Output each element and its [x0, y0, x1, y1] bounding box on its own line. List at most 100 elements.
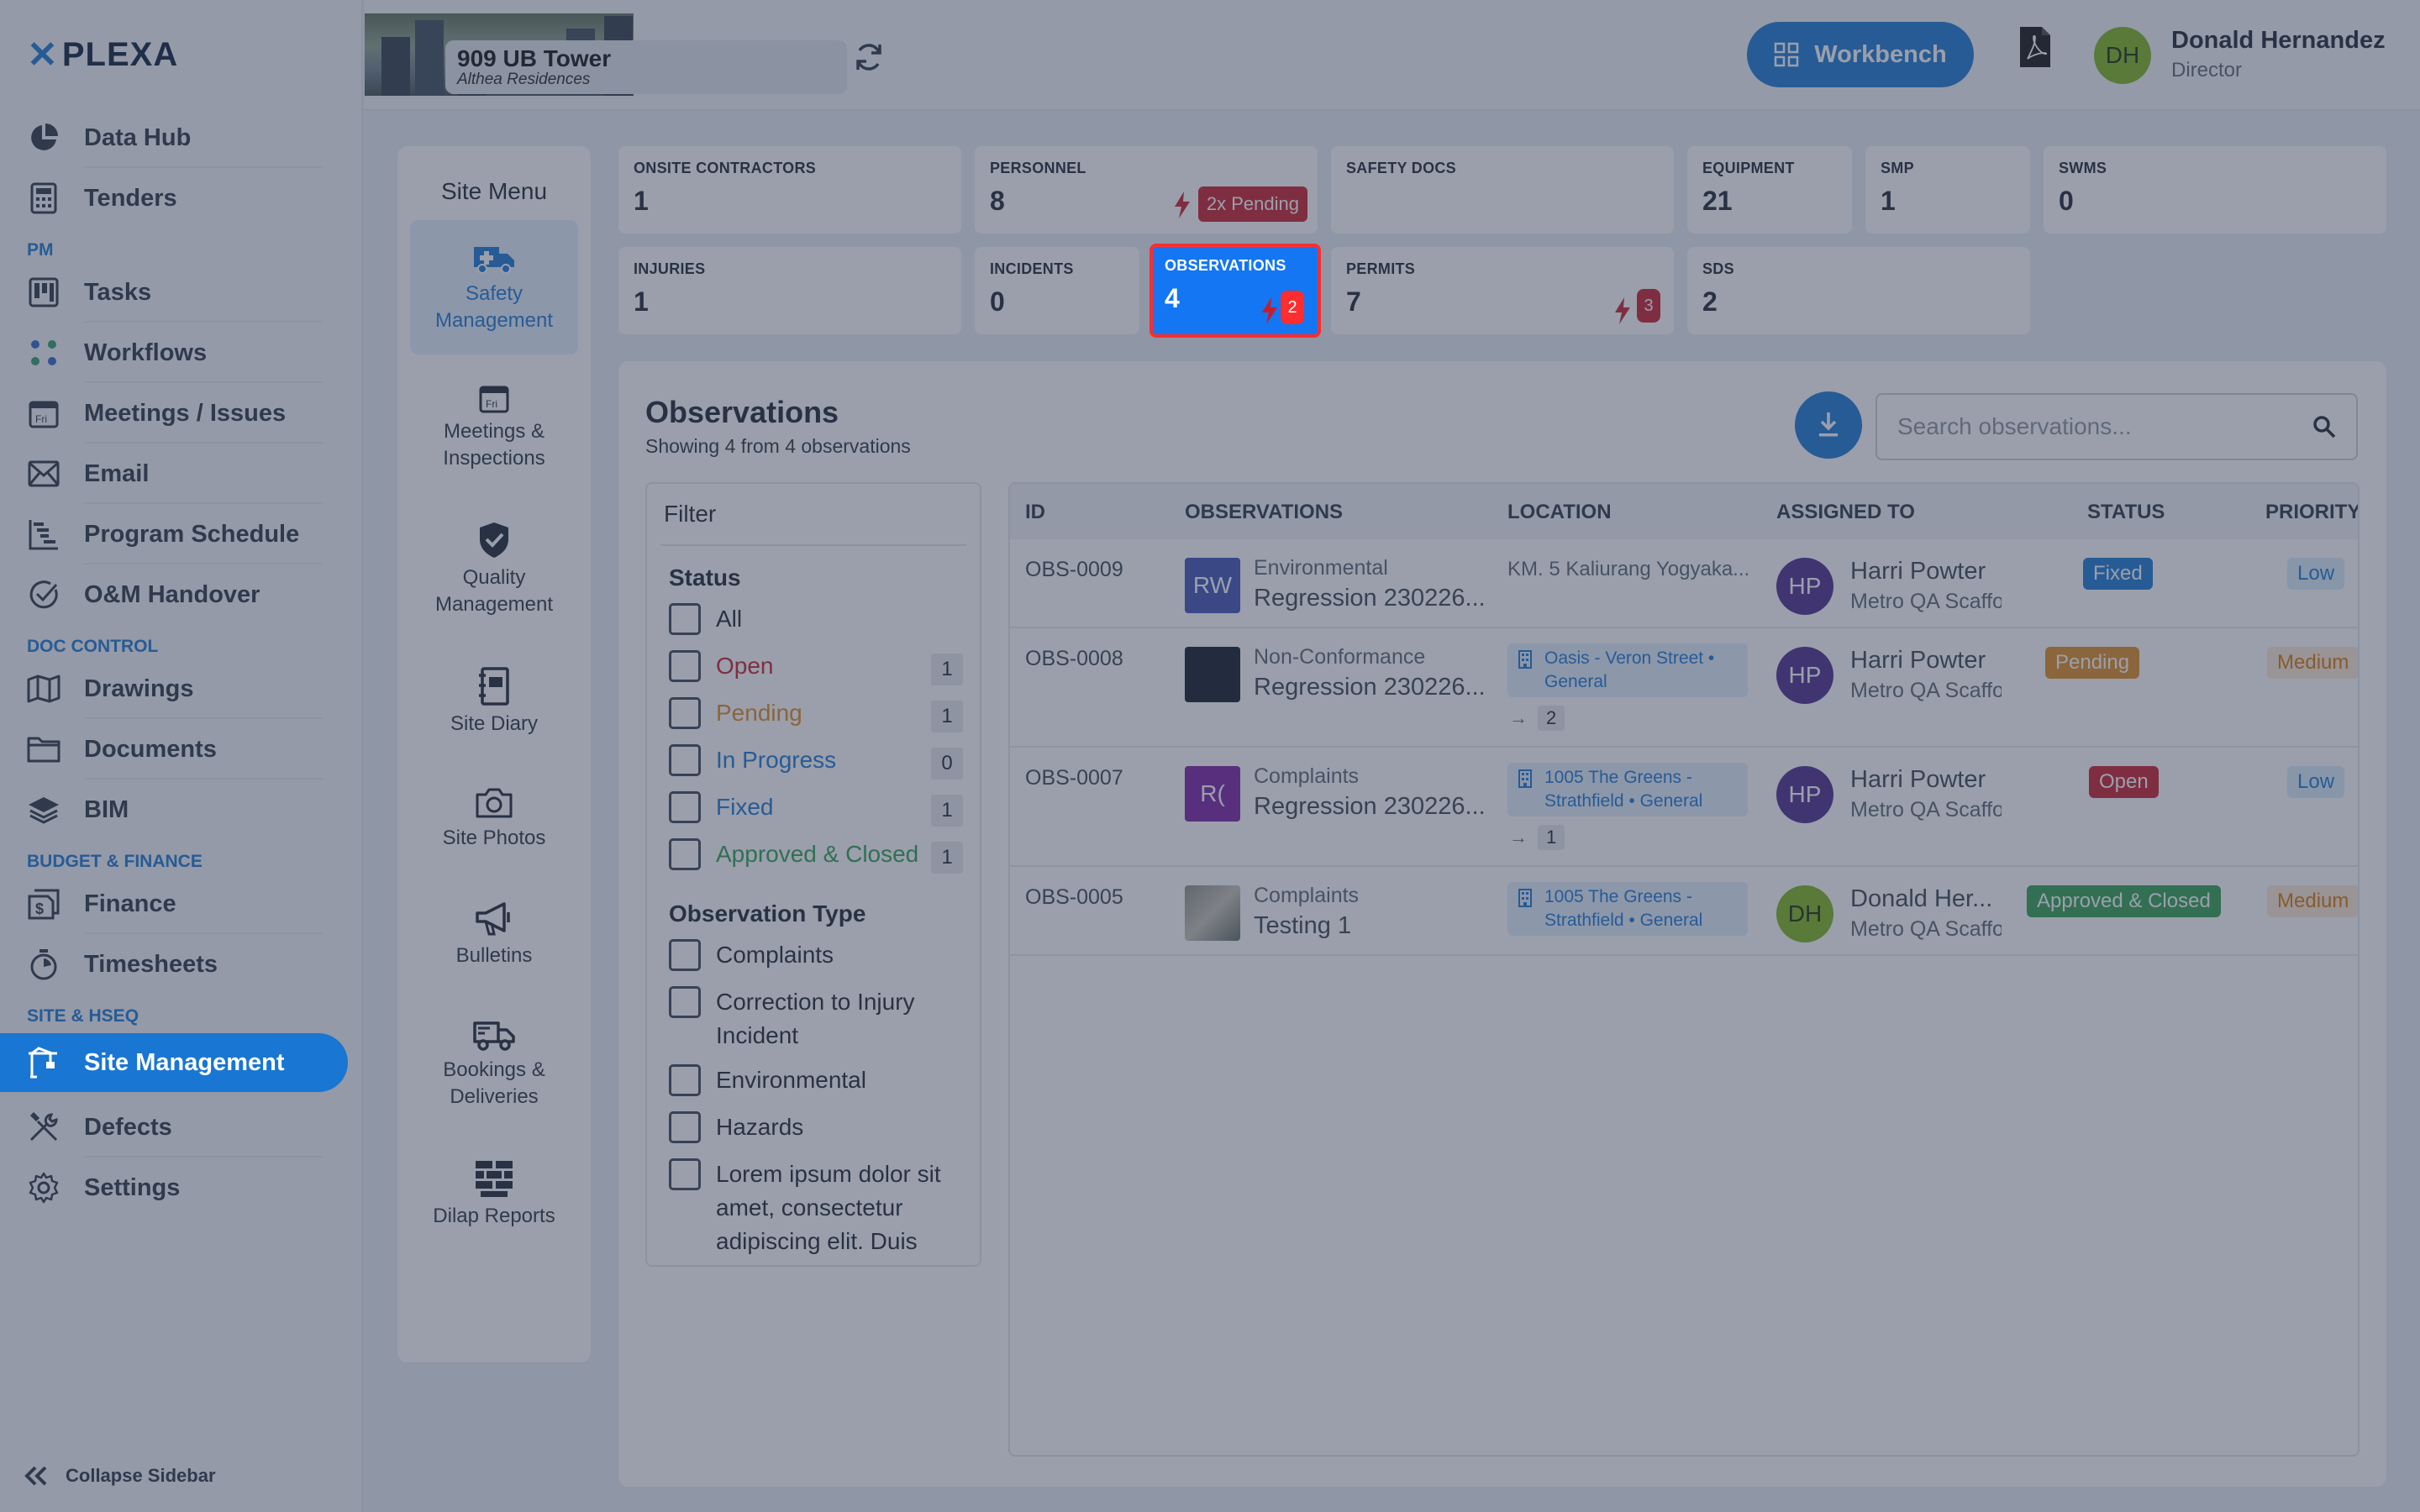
project-selector[interactable]: 909 UB Tower Althea Residences — [445, 40, 847, 94]
checkbox[interactable] — [669, 791, 701, 823]
sidebar-item-drawings[interactable]: Drawings — [0, 659, 363, 719]
stat-permits[interactable]: PERMITS 7 3 — [1331, 247, 1674, 334]
table-row[interactable]: OBS-0007 R( Complaints Regression 230226… — [1010, 748, 2358, 867]
sidebar-item-tenders[interactable]: Tenders — [0, 168, 363, 228]
column-header-id[interactable]: ID — [1025, 501, 1045, 524]
checkbox[interactable] — [669, 650, 701, 682]
more-locations[interactable]: → 2 — [1509, 706, 1565, 731]
checkbox[interactable] — [669, 603, 701, 635]
status-filter-pending[interactable]: Pending 1 — [647, 690, 980, 738]
download-icon — [1819, 412, 1838, 437]
stat-swms[interactable]: SWMS 0 — [2044, 146, 2386, 234]
sidebar-item-documents[interactable]: Documents — [0, 719, 363, 780]
check-circle-icon — [27, 578, 60, 612]
checkbox[interactable] — [669, 697, 701, 729]
sidebar-item-finance[interactable]: $ Finance — [0, 874, 363, 934]
sidebar-item-workflows[interactable]: Workflows — [0, 323, 363, 383]
assignee-org: Metro QA Scaffo — [1850, 917, 2002, 941]
column-header-priority[interactable]: PRIORITY — [2265, 501, 2358, 524]
stat-smp[interactable]: SMP 1 — [1865, 146, 2030, 234]
checkbox[interactable] — [669, 986, 701, 1018]
site-menu-item-quality-management[interactable]: Quality Management — [410, 501, 578, 638]
sidebar-nav: Data Hub Tenders PM Tasks Workflows Fri Me… — [0, 108, 363, 1218]
more-locations[interactable]: → 1 — [1509, 825, 1565, 850]
table-row[interactable]: OBS-0005 Complaints Testing 1 1005 The G… — [1010, 867, 2358, 956]
site-menu-item-bookings-and-deliveries[interactable]: Bookings & Deliveries — [410, 998, 578, 1131]
table-row[interactable]: OBS-0008 Non-Conformance Regression 2302… — [1010, 628, 2358, 748]
checkbox[interactable] — [669, 1158, 701, 1190]
site-menu-item-site-photos[interactable]: Site Photos — [410, 766, 578, 872]
site-menu-item-bulletins[interactable]: Bulletins — [410, 880, 578, 990]
observation-title: Testing 1 — [1254, 912, 1352, 939]
workbench-button[interactable]: Workbench — [1747, 22, 1974, 87]
stopwatch-icon — [27, 948, 60, 981]
pdf-icon[interactable] — [2018, 25, 2052, 69]
site-menu-item-safety-management[interactable]: Safety Management — [410, 220, 578, 354]
sidebar-item-label: Defects — [84, 1113, 172, 1141]
sync-icon[interactable] — [852, 40, 886, 74]
shield-check-icon — [418, 521, 570, 559]
sidebar-item-timesheets[interactable]: Timesheets — [0, 934, 363, 995]
type-filter-item[interactable]: Complaints — [647, 932, 980, 979]
sidebar-item-settings[interactable]: Settings — [0, 1158, 363, 1218]
stat-observations[interactable]: OBSERVATIONS 4 2 — [1150, 244, 1321, 338]
stat-safety-docs[interactable]: SAFETY DOCS — [1331, 146, 1674, 234]
sidebar-item-tasks[interactable]: Tasks — [0, 262, 363, 323]
download-button[interactable] — [1795, 391, 1862, 459]
type-filter-item[interactable]: Environmental — [647, 1058, 980, 1105]
bolt-icon — [1175, 192, 1190, 218]
site-menu-item-site-diary[interactable]: Site Diary — [410, 647, 578, 758]
sidebar-item-site-management[interactable]: Site Management — [0, 1033, 348, 1092]
sidebar-item-meetings-issues[interactable]: Fri Meetings / Issues — [0, 383, 363, 444]
sidebar-item-oandm-handover[interactable]: O&M Handover — [0, 564, 363, 625]
status-filter-all[interactable]: All — [647, 596, 980, 643]
stat-onsite-contractors[interactable]: ONSITE CONTRACTORS 1 — [618, 146, 961, 234]
sidebar-item-defects[interactable]: Defects — [0, 1097, 363, 1158]
type-filter-item[interactable]: Correction to Injury Incident — [647, 979, 980, 1058]
sidebar-item-bim[interactable]: BIM — [0, 780, 363, 840]
collapse-sidebar-button[interactable]: Collapse Sidebar — [24, 1465, 216, 1487]
stat-equipment[interactable]: EQUIPMENT 21 — [1687, 146, 1852, 234]
location-text: KM. 5 Kaliurang Yogyaka... — [1507, 558, 1750, 580]
site-menu-item-dilap-reports[interactable]: Dilap Reports — [410, 1139, 578, 1250]
sidebar-item-email[interactable]: Email — [0, 444, 363, 504]
gantt-icon — [27, 517, 60, 551]
location-chip[interactable]: 1005 The Greens - Strathfield • General — [1507, 882, 1748, 936]
table-row[interactable]: OBS-0009 RW Environmental Regression 230… — [1010, 539, 2358, 628]
stat-injuries[interactable]: INJURIES 1 — [618, 247, 961, 334]
checkbox[interactable] — [669, 1064, 701, 1096]
stat-personnel[interactable]: PERSONNEL 8 2x Pending — [975, 146, 1318, 234]
site-menu-item-meetings-and-inspections[interactable]: Fri Meetings & Inspections — [410, 363, 578, 492]
observation-type: Complaints — [1254, 884, 1360, 907]
stat-sds[interactable]: SDS 2 — [1687, 247, 2030, 334]
sidebar-item-program-schedule[interactable]: Program Schedule — [0, 504, 363, 564]
sidebar-section-budget-and-finance: BUDGET & FINANCE — [27, 852, 203, 871]
checkbox[interactable] — [669, 744, 701, 776]
stat-label: OBSERVATIONS — [1165, 257, 1286, 274]
status-filter-fixed[interactable]: Fixed 1 — [647, 785, 980, 832]
arrow-right-icon: → — [1509, 707, 1528, 728]
observation-id: OBS-0009 — [1025, 558, 1123, 581]
plexa-logo[interactable]: ✕ PLEXA — [27, 34, 178, 76]
status-filter-in-progress[interactable]: In Progress 0 — [647, 738, 980, 785]
column-header-status[interactable]: STATUS — [2087, 501, 2165, 524]
location-chip[interactable]: Oasis - Veron Street • General — [1507, 643, 1748, 697]
checkbox[interactable] — [669, 1111, 701, 1143]
stat-incidents[interactable]: INCIDENTS 0 — [975, 247, 1139, 334]
sidebar-item-data-hub[interactable]: Data Hub — [0, 108, 363, 168]
search-input[interactable] — [1897, 413, 2312, 440]
sidebar: ✕ PLEXA Data Hub Tenders PM Tasks Workflo… — [0, 0, 363, 1512]
column-header-assigned[interactable]: ASSIGNED TO — [1776, 501, 1915, 524]
type-filter-item[interactable]: Hazards — [647, 1105, 980, 1152]
column-header-location[interactable]: LOCATION — [1507, 501, 1612, 524]
user-avatar[interactable]: DH — [2094, 27, 2151, 84]
status-filter-open[interactable]: Open 1 — [647, 643, 980, 690]
email-icon — [27, 457, 60, 491]
checkbox[interactable] — [669, 939, 701, 971]
status-filter-approved-and-closed[interactable]: Approved & Closed 1 — [647, 832, 980, 879]
type-filter-item[interactable]: Lorem ipsum dolor sit amet, consectetur … — [647, 1152, 980, 1263]
search-icon[interactable] — [2312, 415, 2336, 438]
checkbox[interactable] — [669, 838, 701, 870]
location-chip[interactable]: 1005 The Greens - Strathfield • General — [1507, 763, 1748, 816]
column-header-observations[interactable]: OBSERVATIONS — [1185, 501, 1343, 524]
